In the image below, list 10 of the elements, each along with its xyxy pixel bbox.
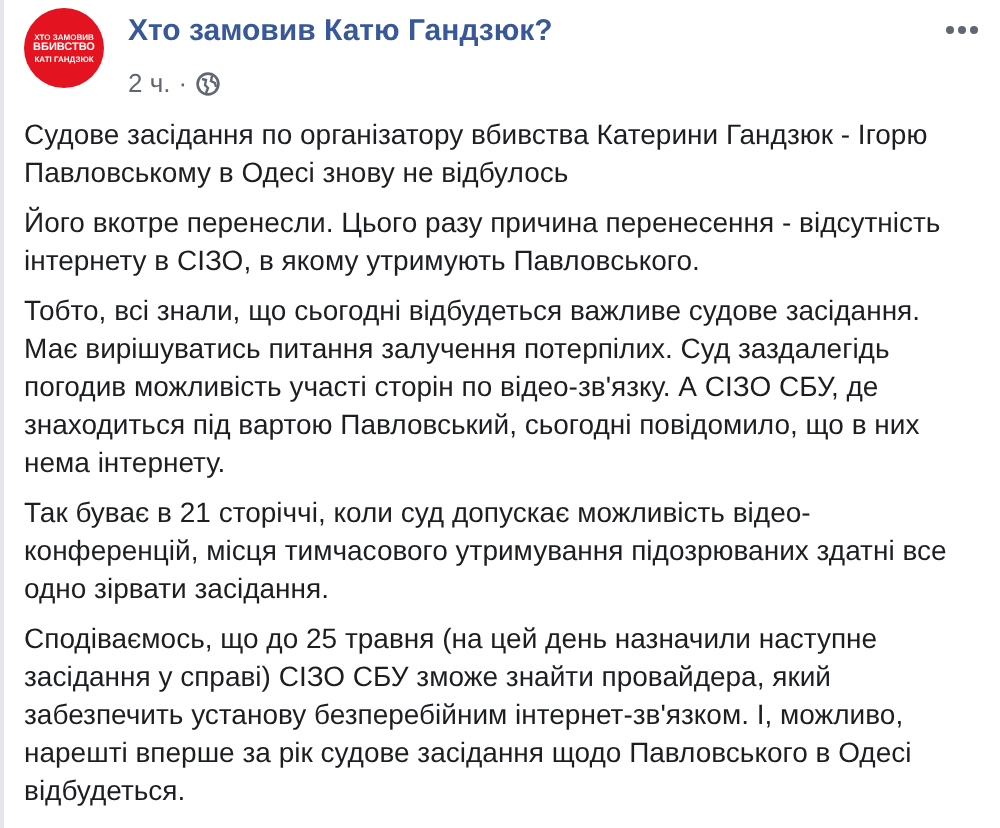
post-paragraph: Судове засідання по організатору вбивства Катерини Гандзюк - Ігорю Павловському в Одесі знову не відбулось (24, 115, 930, 191)
post-paragraph: Його вкотре перенесли. Цього разу причина перенесення - відсутність інтернету в СІЗО, в якому утримують Павловського. (24, 203, 943, 279)
post-paragraph: Так буває в 21 сторіччі, коли суд допускає можливість відео-конференцій, місця тимчасового утримування підозрюваних здатні все одно зірвати засідання. (24, 493, 949, 607)
post-paragraph: Сподіваємось, що до 25 травня (на цей день назначили наступне засідання у справі) СІЗО СБУ зможе знайти провайдера, який забезпечить установу безперебійним інтернет-зв'язком. І, можливо, нарешті вперше за рік судове засідання щодо Павловського в Одесі відбудеться. (24, 619, 914, 809)
globe-icon[interactable] (195, 71, 220, 96)
post-paragraph: Тобто, всі знали, що сьогодні відбудеться важливе судове засідання. Має вирішуватись питання залучення потерпілих. Суд заздалегідь погодив можливість участі сторін по відео-зв'язку. А СІЗО СБУ, де знаходиться під вартою Павловський, сьогодні повідомило, що в них нема інтернету. (24, 291, 923, 481)
more-options-icon[interactable] (944, 24, 980, 36)
post-time[interactable]: 2 ч. (128, 64, 171, 103)
separator-dot: · (178, 66, 188, 102)
page-name-link[interactable]: Хто замовив Катю Гандзюк? (128, 14, 553, 48)
